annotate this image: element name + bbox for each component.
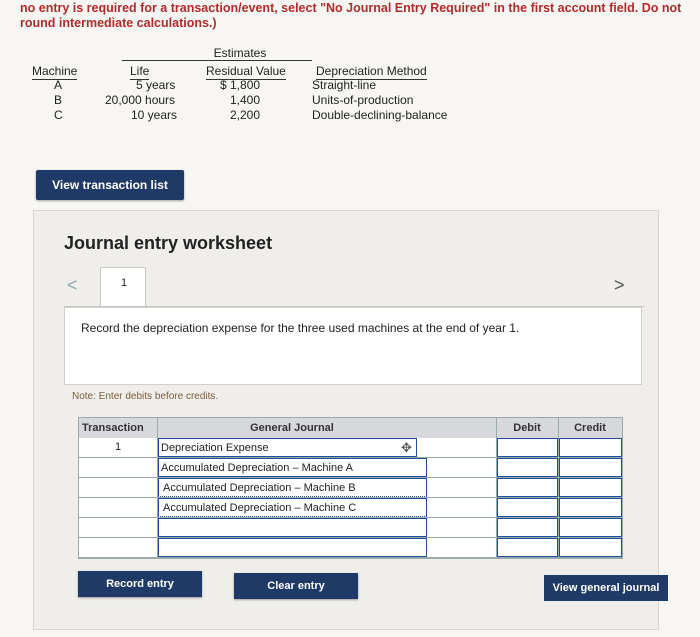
column-divider xyxy=(157,418,158,558)
header-credit: Credit xyxy=(558,418,622,438)
account-field[interactable] xyxy=(157,518,427,537)
account-field[interactable]: Depreciation Expense xyxy=(157,438,417,457)
header-debit: Debit xyxy=(496,418,558,438)
view-general-journal-button[interactable]: View general journal xyxy=(544,575,668,601)
debit-field[interactable] xyxy=(496,458,558,477)
residual-b: 1,400 xyxy=(230,93,261,107)
machine-c: C xyxy=(54,108,63,122)
view-transaction-list-button[interactable]: View transaction list xyxy=(36,170,184,200)
debit-field[interactable] xyxy=(496,478,558,497)
method-a: Straight-line xyxy=(312,78,377,92)
debit-field[interactable] xyxy=(496,498,558,517)
tab-1[interactable]: 1 xyxy=(100,267,146,307)
debit-field[interactable] xyxy=(496,438,558,457)
life-c: 10 years xyxy=(131,108,178,122)
table-row xyxy=(79,518,622,538)
residual-c: 2,200 xyxy=(230,108,261,122)
move-icon[interactable]: ✥ xyxy=(401,440,412,456)
table-row: 1 Depreciation Expense xyxy=(79,438,622,458)
life-a: 5 years xyxy=(136,78,176,92)
note-text: Note: Enter debits before credits. xyxy=(72,391,219,402)
next-arrow-icon[interactable]: > xyxy=(614,275,625,296)
table-row: Accumulated Depreciation – Machine C xyxy=(79,498,622,518)
column-divider xyxy=(558,418,559,558)
debit-field[interactable] xyxy=(496,538,558,557)
table-row xyxy=(79,538,622,558)
estimates-header: Estimates xyxy=(213,46,267,60)
credit-field[interactable] xyxy=(558,538,622,557)
account-field[interactable]: Accumulated Depreciation – Machine A xyxy=(157,458,427,477)
credit-field[interactable] xyxy=(558,438,622,457)
life-b: 20,000 hours xyxy=(105,93,176,107)
header-spacer xyxy=(427,418,496,438)
task-description: Record the depreciation expense for the … xyxy=(64,307,642,385)
estimates-rule xyxy=(122,60,312,61)
record-entry-button[interactable]: Record entry xyxy=(78,571,202,597)
method-c: Double-declining-balance xyxy=(312,108,448,122)
header-transaction: Transaction xyxy=(79,418,157,438)
worksheet-title: Journal entry worksheet xyxy=(64,233,273,253)
credit-field[interactable] xyxy=(558,518,622,537)
header-general-journal: General Journal xyxy=(157,418,427,438)
table-row: Accumulated Depreciation – Machine A xyxy=(79,458,622,478)
machine-b: B xyxy=(54,93,63,107)
journal-entry-worksheet-panel: Journal entry worksheet < 1 > Record the… xyxy=(33,210,659,630)
debit-field[interactable] xyxy=(496,518,558,537)
account-field[interactable] xyxy=(157,538,427,557)
credit-field[interactable] xyxy=(558,458,622,477)
credit-field[interactable] xyxy=(558,478,622,497)
machine-a: A xyxy=(54,78,63,92)
account-field[interactable]: Accumulated Depreciation – Machine C xyxy=(157,498,427,517)
credit-field[interactable] xyxy=(558,498,622,517)
general-journal-table: Transaction General Journal Debit Credit… xyxy=(78,417,623,559)
account-field[interactable]: Accumulated Depreciation – Machine B xyxy=(157,478,427,497)
clear-entry-button[interactable]: Clear entry xyxy=(234,573,358,599)
table-row: Accumulated Depreciation – Machine B xyxy=(79,478,622,498)
method-b: Units-of-production xyxy=(312,93,414,107)
column-divider xyxy=(496,418,497,558)
residual-a: $ 1,800 xyxy=(220,78,261,92)
transaction-number: 1 xyxy=(115,441,122,453)
instructions-text: no entry is required for a transaction/e… xyxy=(20,1,682,30)
prev-arrow-icon[interactable]: < xyxy=(67,275,78,296)
